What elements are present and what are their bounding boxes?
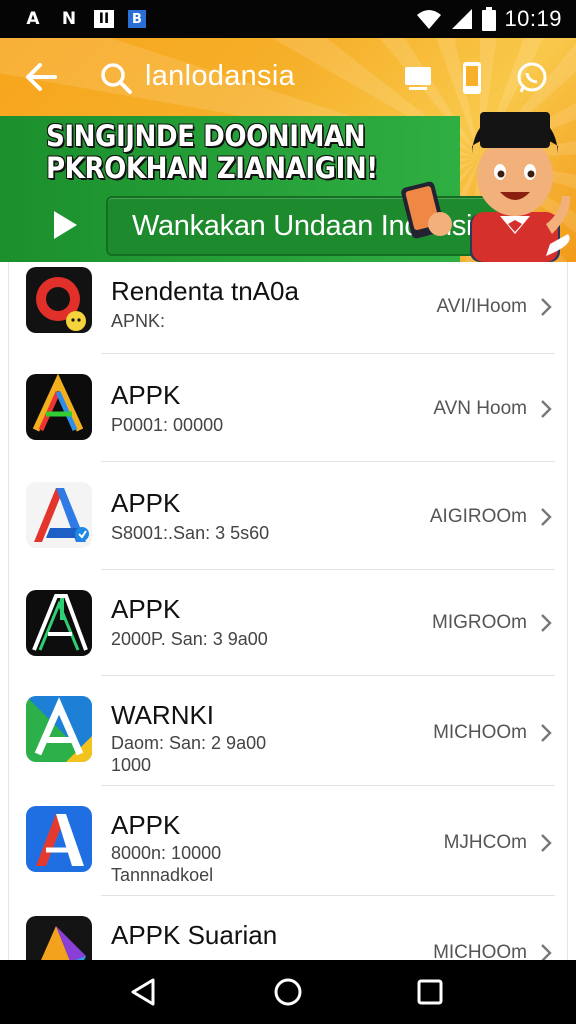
app-icon — [26, 916, 92, 960]
app-name: APPK — [111, 488, 181, 518]
chevron-right-icon — [541, 834, 552, 852]
promo-title: SINGIJNDE DOONIMAN PKROKHAN ZIANAIGIN! — [46, 119, 378, 185]
back-button[interactable] — [20, 56, 62, 98]
circle-home-icon — [274, 978, 302, 1006]
list-item[interactable]: APPK 8000n: 10000 Tannnadkoel MJHCOm — [9, 786, 567, 896]
wifi-icon — [417, 10, 442, 29]
app-icon — [26, 806, 92, 872]
list-item[interactable]: WARNKI Daom: San: 2 9a00 1000 MICHOOm — [9, 676, 567, 786]
triangle-back-icon — [131, 978, 155, 1006]
app-icon — [26, 482, 92, 548]
notification-icon: II — [94, 10, 114, 28]
app-subtitle: 2000P. San: 3 9a00 — [111, 629, 268, 649]
app-header: lanlodansia SINGIJNDE DOONIMAN PKROKHAN … — [0, 38, 576, 262]
app-subtitle: APNK: — [111, 311, 166, 331]
notification-icon: A — [26, 9, 40, 29]
notification-icon: B — [128, 10, 146, 28]
notification-icon: N — [61, 9, 77, 29]
app-name: WARNKI — [111, 700, 215, 730]
chevron-right-icon — [541, 944, 552, 960]
notification-icons: A N II B — [22, 9, 416, 29]
app-subtitle: Daom: San: 2 9a00 1000 — [111, 733, 267, 775]
nav-back-button[interactable] — [125, 974, 161, 1010]
battery-icon — [482, 7, 497, 31]
play-icon — [54, 211, 77, 239]
app-size: MIGROOm — [432, 612, 527, 633]
app-list: Rendenta tnA0a APNK: AVI/IHoom APPK P000… — [8, 262, 568, 960]
list-item[interactable]: APPK 2000P. San: 3 9a00 MIGROOm — [9, 570, 567, 676]
nav-recents-button[interactable] — [412, 974, 448, 1010]
app-icon — [26, 696, 92, 762]
app-name: Rendenta tnA0a — [111, 276, 299, 306]
app-name: APPK — [111, 380, 181, 410]
app-icon — [26, 267, 92, 333]
app-size: MICHOOm — [433, 942, 527, 960]
app-name: APPK Suarian — [111, 920, 278, 950]
chevron-right-icon — [541, 400, 552, 418]
chevron-right-icon — [541, 508, 552, 526]
app-subtitle: S8001:.San: 3 5s60 — [111, 523, 270, 543]
square-recents-icon — [417, 979, 443, 1005]
system-status: 10:19 — [416, 6, 562, 32]
signal-icon — [452, 9, 473, 29]
app-icon — [26, 590, 92, 656]
app-size: MJHCOm — [443, 832, 527, 853]
app-size: AVN Hoom — [433, 398, 527, 419]
chevron-right-icon — [541, 298, 552, 316]
search-query[interactable]: lanlodansia — [145, 60, 295, 93]
mascot-illustration — [401, 112, 571, 262]
list-item[interactable]: APPK Suarian MICHOOm — [9, 896, 567, 960]
app-icon — [26, 374, 92, 440]
app-name: APPK — [111, 810, 181, 840]
list-item[interactable]: Rendenta tnA0a APNK: AVI/IHoom — [9, 262, 567, 354]
app-name: APPK — [111, 594, 181, 624]
status-bar: A N II B 10:19 — [0, 0, 576, 38]
navigation-bar — [0, 960, 576, 1024]
app-size: MICHOOm — [433, 722, 527, 743]
play-button[interactable] — [46, 206, 84, 244]
arrow-left-icon — [26, 63, 57, 91]
nav-home-button[interactable] — [270, 974, 306, 1010]
list-item[interactable]: APPK P0001: 00000 AVN Hoom — [9, 354, 567, 462]
search-icon[interactable] — [98, 60, 134, 96]
clock: 10:19 — [504, 6, 562, 31]
app-size: AVI/IHoom — [436, 296, 527, 317]
chevron-right-icon — [541, 614, 552, 632]
app-subtitle: P0001: 00000 — [111, 415, 224, 435]
app-subtitle: 8000n: 10000 Tannnadkoel — [111, 843, 222, 885]
app-size: AIGIROOm — [429, 506, 527, 527]
chevron-right-icon — [541, 724, 552, 742]
list-item[interactable]: APPK S8001:.San: 3 5s60 AIGIROOm — [9, 462, 567, 570]
